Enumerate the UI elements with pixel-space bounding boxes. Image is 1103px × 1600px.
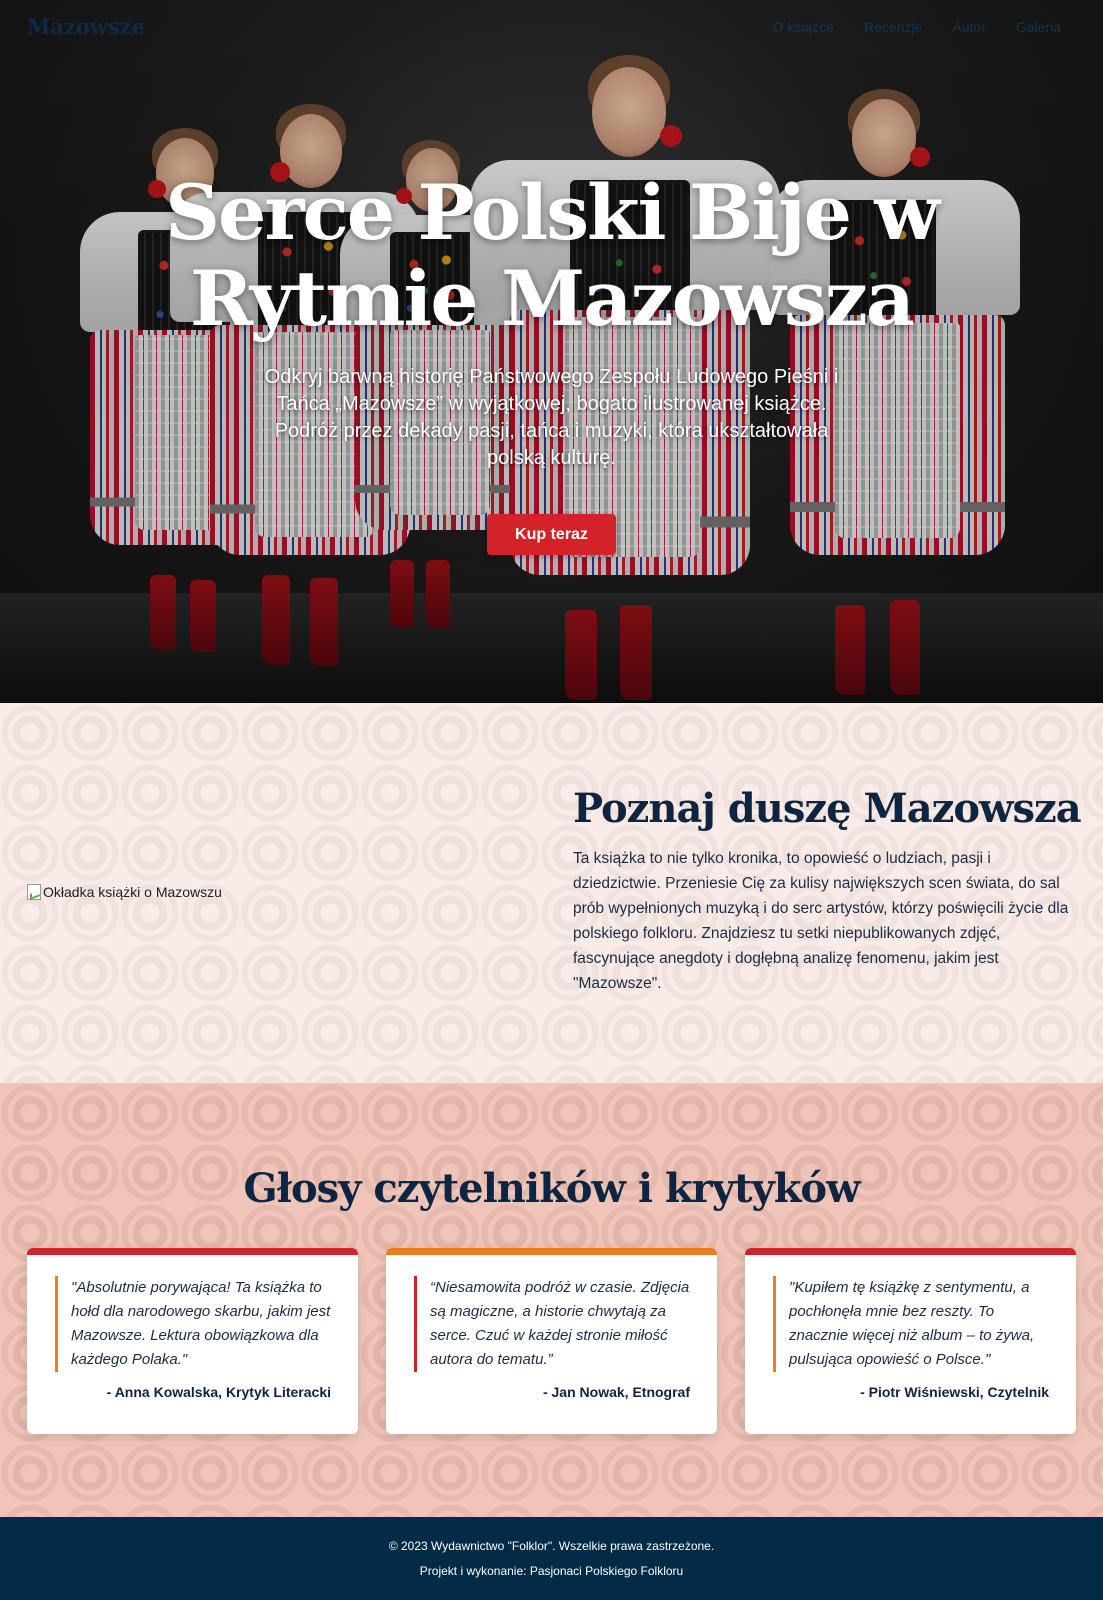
top-navigation: Mazowsze O książce Recenzje Autor Galeri…: [0, 0, 1103, 56]
reviews-section: Głosy czytelników i krytyków "Absolutnie…: [0, 1083, 1103, 1517]
review-card-top-bar: [27, 1248, 358, 1255]
review-quote: "Absolutnie porywająca! Ta książka to ho…: [55, 1276, 335, 1372]
review-card-top-bar: [386, 1248, 717, 1255]
footer-copyright: © 2023 Wydawnictwo "Folklor". Wszelkie p…: [388, 1539, 715, 1553]
nav-link-author[interactable]: Autor: [952, 19, 985, 35]
book-cover-alt-text: Okładka książki o Mazowszu: [43, 884, 222, 900]
review-author: - Piotr Wiśniewski, Czytelnik: [860, 1384, 1049, 1400]
nav-link-gallery[interactable]: Galeria: [1016, 19, 1061, 35]
about-section: Okładka książki o Mazowszu Poznaj duszę …: [0, 703, 1103, 1083]
hero-title: Serce Polski Bije w Rytmie Mazowsza: [165, 168, 940, 343]
nav-link-about-book[interactable]: O książce: [773, 19, 834, 35]
review-card-top-bar: [745, 1248, 1076, 1255]
review-card: “Niesamowita podróż w czasie. Zdjęcia są…: [386, 1248, 717, 1434]
about-title: Poznaj duszę Mazowsza: [573, 785, 1082, 832]
review-author: - Jan Nowak, Etnograf: [542, 1384, 690, 1400]
hero-section: Mazowsze O książce Recenzje Autor Galeri…: [0, 0, 1103, 703]
quote-accent-line: [55, 1276, 58, 1372]
reviews-title: Głosy czytelników i krytyków: [243, 1165, 860, 1212]
site-footer: © 2023 Wydawnictwo "Folklor". Wszelkie p…: [0, 1517, 1103, 1600]
hero-subtitle: Odkryj barwną historię Państwowego Zespo…: [264, 366, 839, 469]
review-quote-text: "Absolutnie porywająca! Ta książka to ho…: [71, 1279, 331, 1368]
review-quote: "Kupiłem tę książkę z sentymentu, a poch…: [773, 1276, 1053, 1372]
review-quote-text: "Kupiłem tę książkę z sentymentu, a poch…: [789, 1279, 1035, 1368]
review-quote-text: “Niesamowita podróż w czasie. Zdjęcia są…: [430, 1279, 690, 1368]
review-card: "Kupiłem tę książkę z sentymentu, a poch…: [745, 1248, 1076, 1434]
site-logo[interactable]: Mazowsze: [27, 14, 145, 39]
book-cover-image: Okładka książki o Mazowszu: [27, 884, 222, 900]
buy-now-button[interactable]: Kup teraz: [487, 514, 616, 555]
review-author: - Anna Kowalska, Krytyk Literacki: [106, 1384, 331, 1400]
review-card: "Absolutnie porywająca! Ta książka to ho…: [27, 1248, 358, 1434]
nav-links: O książce Recenzje Autor Galeria: [773, 19, 1061, 35]
nav-link-reviews[interactable]: Recenzje: [864, 19, 922, 35]
broken-image-icon: [27, 884, 41, 900]
review-quote: “Niesamowita podróż w czasie. Zdjęcia są…: [414, 1276, 694, 1372]
quote-accent-line: [773, 1276, 776, 1372]
about-body: Ta książka to nie tylko kronika, to opow…: [573, 850, 1069, 992]
quote-accent-line: [414, 1276, 417, 1372]
hero-content: Serce Polski Bije w Rytmie Mazowsza Odkr…: [0, 170, 1103, 555]
about-text-block: Poznaj duszę Mazowsza Ta książka to nie …: [573, 785, 1082, 996]
footer-credits: Projekt i wykonanie: Pasjonaci Polskiego…: [419, 1564, 684, 1578]
